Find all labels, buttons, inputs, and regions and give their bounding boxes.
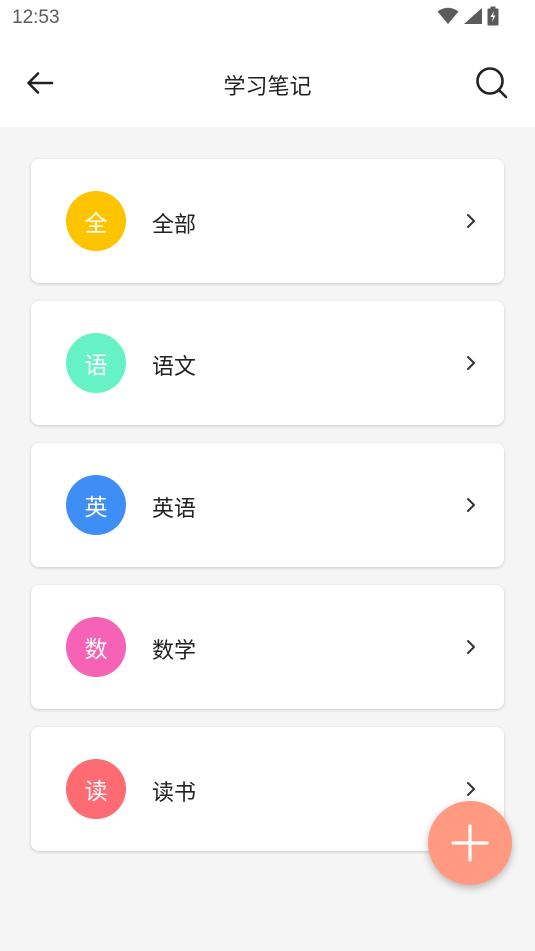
app-bar: 学习笔记 [0,38,535,127]
wifi-icon [437,7,459,29]
add-note-button[interactable] [428,801,512,885]
signal-icon [463,7,483,29]
page-title: 学习笔记 [223,75,312,100]
chevron-right-icon [467,640,475,654]
chevron-right-icon [467,356,475,370]
category-avatar: 数 [66,617,126,677]
chevron-right-icon [467,214,475,228]
category-avatar: 全 [66,191,126,251]
category-avatar: 读 [66,759,126,819]
search-icon [476,67,508,99]
category-label: 英语 [152,497,197,522]
category-label: 全部 [152,213,197,238]
category-card-english[interactable]: 英 英语 [31,443,504,567]
category-label: 读书 [152,781,197,806]
category-label: 数学 [152,639,197,664]
category-card-all[interactable]: 全 全部 [31,159,504,283]
category-card-math[interactable]: 数 数学 [31,585,504,709]
category-label: 语文 [152,355,197,380]
chevron-right-icon [467,498,475,512]
category-avatar: 英 [66,475,126,535]
plus-icon [451,824,489,862]
status-time: 12:53 [12,7,60,28]
status-bar: 12:53 [0,0,535,38]
status-icons [437,6,499,30]
chevron-right-icon [467,782,475,796]
category-card-chinese[interactable]: 语 语文 [31,301,504,425]
category-avatar: 语 [66,333,126,393]
search-button[interactable] [471,62,513,104]
battery-icon [487,6,499,30]
category-list: 全 全部 语 语文 英 英语 数 数学 读 读书 [31,159,504,869]
